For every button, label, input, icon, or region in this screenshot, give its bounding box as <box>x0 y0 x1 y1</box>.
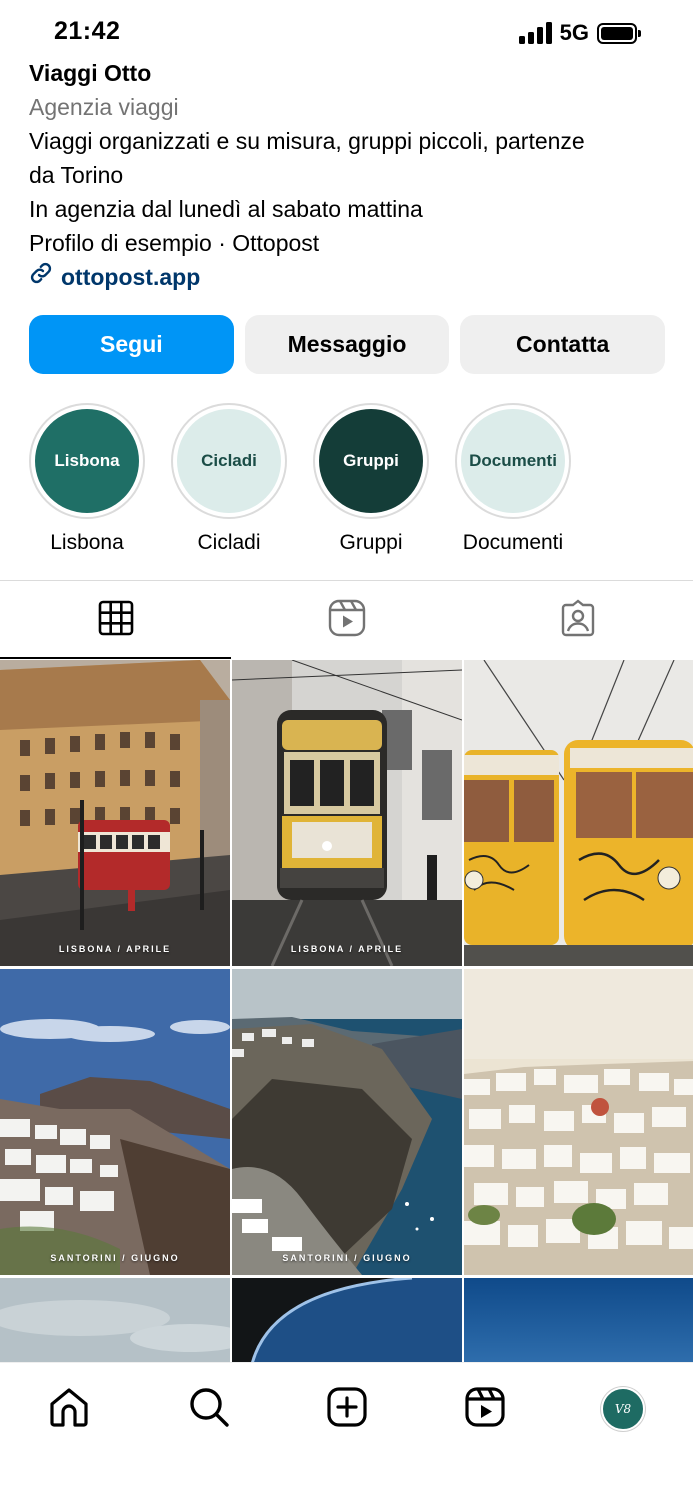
reels-icon <box>464 1386 506 1433</box>
tab-posts-grid[interactable] <box>0 581 231 659</box>
highlight-gruppi[interactable]: Gruppi Gruppi <box>313 403 429 555</box>
post-santorini-village[interactable]: SANTORINI / GIUGNO <box>0 969 230 1275</box>
highlight-cicladi[interactable]: Cicladi Cicladi <box>171 403 287 555</box>
highlight-label: Gruppi <box>339 531 403 554</box>
highlight-cover: Gruppi <box>319 409 423 513</box>
link-icon <box>29 260 53 294</box>
reels-icon <box>328 599 366 642</box>
post-image <box>0 969 230 1275</box>
post-caption: LISBONA / APRILE <box>58 944 172 954</box>
grid-icon <box>98 600 134 641</box>
post-image <box>464 969 693 1275</box>
nav-create[interactable] <box>323 1385 371 1433</box>
nav-reels[interactable] <box>461 1385 509 1433</box>
status-indicators: 5G <box>518 20 641 46</box>
follow-button[interactable]: Segui <box>29 315 234 374</box>
bio-line: Viaggi organizzati e su misura, gruppi p… <box>29 128 585 154</box>
bio-line: da Torino <box>29 162 124 188</box>
network-label: 5G <box>559 20 589 45</box>
post-dark-arc[interactable] <box>232 1278 462 1364</box>
tab-tagged[interactable] <box>462 581 693 659</box>
post-caption: SANTORINI / GIUGNO <box>50 1253 180 1263</box>
highlight-cover: Lisbona <box>35 409 139 513</box>
highlight-lisbona[interactable]: Lisbona Lisbona <box>29 403 145 555</box>
post-lisbon-square-tram[interactable]: LISBONA / APRILE <box>0 660 230 966</box>
profile-avatar: V8 <box>601 1387 645 1431</box>
home-icon <box>48 1386 90 1433</box>
search-icon <box>188 1386 230 1433</box>
nav-search[interactable] <box>185 1385 233 1433</box>
post-image <box>0 660 230 966</box>
battery-icon <box>597 22 641 44</box>
story-highlights: Lisbona Lisbona Cicladi Cicladi Gruppi G… <box>29 403 571 555</box>
posts-grid: LISBONA / APRILE LISBONA / APRILE SANTOR… <box>0 660 693 1364</box>
post-image <box>232 1278 462 1364</box>
post-image <box>0 1278 230 1364</box>
post-caption: LISBONA / APRILE <box>290 944 404 954</box>
highlight-label: Cicladi <box>197 531 261 554</box>
tab-reels[interactable] <box>231 581 462 659</box>
post-image <box>232 969 462 1275</box>
post-caption: SANTORINI / GIUGNO <box>282 1253 412 1263</box>
profile-name: Viaggi Otto <box>29 60 152 86</box>
status-time: 21:42 <box>54 17 121 45</box>
tagged-icon <box>559 598 597 642</box>
status-bar: 21:42 5G <box>0 0 693 62</box>
profile-link[interactable]: ottopost.app <box>29 260 669 294</box>
highlight-documenti[interactable]: Documenti Documenti <box>455 403 571 555</box>
message-button[interactable]: Messaggio <box>244 315 450 374</box>
profile-link-text: ottopost.app <box>61 264 201 290</box>
post-image <box>232 660 462 966</box>
post-image <box>464 660 693 966</box>
profile-actions: Segui Messaggio Contatta <box>29 315 666 374</box>
post-image <box>464 1278 693 1364</box>
profile-category: Agenzia viaggi <box>29 94 179 120</box>
post-santorini-caldera[interactable]: SANTORINI / GIUGNO <box>232 969 462 1275</box>
contact-button[interactable]: Contatta <box>460 315 666 374</box>
bio-line: Profilo di esempio · Ottopost <box>29 230 320 256</box>
profile-bio: Viaggi Otto Agenzia viaggi Viaggi organi… <box>29 56 669 294</box>
post-lisbon-two-trams[interactable] <box>464 660 693 966</box>
highlight-label: Documenti <box>462 531 564 554</box>
post-cyclades-town[interactable] <box>464 969 693 1275</box>
highlight-cover: Cicladi <box>177 409 281 513</box>
nav-profile[interactable]: V8 <box>599 1385 647 1433</box>
highlight-label: Lisbona <box>50 531 124 554</box>
post-sky-clouds[interactable] <box>0 1278 230 1364</box>
nav-home[interactable] <box>45 1385 93 1433</box>
post-lisbon-tram-front[interactable]: LISBONA / APRILE <box>232 660 462 966</box>
create-icon <box>326 1386 368 1433</box>
post-blue-sky[interactable] <box>464 1278 693 1364</box>
bio-line: In agenzia dal lunedì al sabato mattina <box>29 196 423 222</box>
signal-icon <box>518 22 552 44</box>
bottom-nav: V8 <box>0 1362 693 1500</box>
profile-tabs <box>0 581 693 659</box>
highlight-cover: Documenti <box>461 409 565 513</box>
